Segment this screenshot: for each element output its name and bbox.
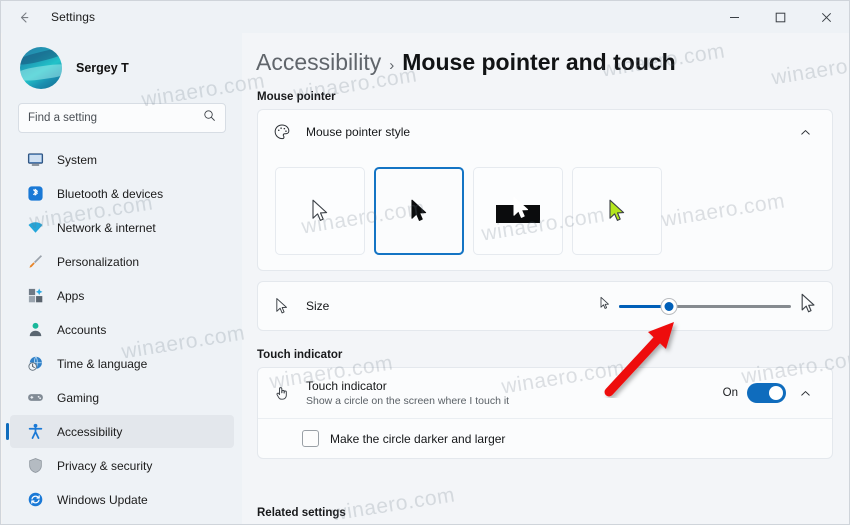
touch-indicator-text: Touch indicator Show a circle on the scr… [306, 379, 723, 407]
sidebar: Sergey T System [2, 33, 242, 524]
darker-larger-circle-checkbox[interactable] [302, 430, 319, 447]
breadcrumb-parent[interactable]: Accessibility [256, 49, 381, 76]
bluetooth-icon [26, 185, 44, 203]
section-title-mouse-pointer: Mouse pointer [257, 91, 336, 103]
pointer-size-card: Size [257, 281, 833, 331]
sidebar-item-network-internet[interactable]: Network & internet [10, 211, 234, 244]
back-button[interactable] [7, 2, 41, 32]
darker-larger-circle-label: Make the circle darker and larger [330, 431, 506, 446]
breadcrumb: Accessibility › Mouse pointer and touch [242, 33, 849, 76]
slider-thumb[interactable] [660, 297, 678, 315]
section-title-related-settings: Related settings [257, 507, 346, 519]
sidebar-item-label: Bluetooth & devices [57, 186, 164, 201]
pointer-size-slider[interactable] [619, 296, 791, 316]
page-title: Mouse pointer and touch [402, 49, 676, 75]
sidebar-item-time-language[interactable]: Time & language [10, 347, 234, 380]
minimize-button[interactable] [711, 1, 757, 33]
pointer-style-options [258, 154, 832, 270]
mouse-pointer-style-card: Mouse pointer style [257, 109, 833, 271]
small-pointer-icon [599, 296, 611, 316]
search-box[interactable] [18, 103, 226, 133]
content-pane: Accessibility › Mouse pointer and touch … [242, 33, 849, 524]
darker-larger-circle-row[interactable]: Make the circle darker and larger [258, 418, 832, 458]
touch-indicator-card: Touch indicator Show a circle on the scr… [257, 367, 833, 459]
accessibility-icon [26, 423, 44, 441]
maximize-button[interactable] [757, 1, 803, 33]
paintbrush-icon [26, 253, 44, 271]
window-controls [711, 1, 849, 33]
sidebar-item-bluetooth-devices[interactable]: Bluetooth & devices [10, 177, 234, 210]
touch-indicator-row: Touch indicator Show a circle on the scr… [258, 368, 832, 418]
window-title: Settings [51, 10, 96, 24]
sidebar-item-apps[interactable]: Apps [10, 279, 234, 312]
sidebar-item-label: Accessibility [57, 424, 123, 439]
sidebar-item-label: Gaming [57, 390, 100, 405]
toggle-state-label: On [722, 387, 738, 399]
toggle-knob [769, 386, 783, 400]
apps-icon [26, 287, 44, 305]
touch-indicator-sublabel: Show a circle on the screen where I touc… [306, 395, 510, 407]
update-icon [26, 491, 44, 509]
settings-window: Settings Sergey T Find a setting System … [0, 0, 850, 525]
sidebar-item-system[interactable]: System [10, 143, 234, 176]
close-button[interactable] [803, 1, 849, 33]
sidebar-item-label: Windows Update [57, 492, 148, 507]
account-block[interactable]: Sergey T [2, 33, 242, 103]
chevron-up-icon[interactable] [792, 380, 818, 406]
sidebar-item-personalization[interactable]: Personalization [10, 245, 234, 278]
sidebar-item-label: Apps [57, 288, 85, 303]
sidebar-item-label: Network & internet [57, 220, 156, 235]
mouse-pointer-style-text: Mouse pointer style [306, 125, 792, 139]
clock-globe-icon [26, 355, 44, 373]
person-icon [26, 321, 44, 339]
sidebar-item-windows-update[interactable]: Windows Update [10, 483, 234, 516]
sidebar-item-accounts[interactable]: Accounts [10, 313, 234, 346]
chevron-up-icon[interactable] [792, 119, 818, 145]
shield-icon [26, 457, 44, 475]
account-name: Sergey T [76, 61, 129, 75]
pointer-style-black[interactable] [374, 167, 464, 255]
pointer-style-inverted[interactable] [473, 167, 563, 255]
section-title-touch-indicator: Touch indicator [257, 349, 343, 361]
wifi-icon [26, 219, 44, 237]
sidebar-item-privacy-security[interactable]: Privacy & security [10, 449, 234, 482]
sidebar-item-accessibility[interactable]: Accessibility [6, 415, 234, 448]
monitor-icon [26, 151, 44, 169]
sidebar-item-gaming[interactable]: Gaming [10, 381, 234, 414]
pointer-size-text: Size [306, 299, 599, 313]
sidebar-item-label: Privacy & security [57, 458, 153, 473]
touch-indicator-label: Touch indicator [306, 379, 387, 393]
search-input[interactable] [28, 104, 203, 132]
pointer-icon [272, 297, 292, 316]
touch-indicator-toggle[interactable] [747, 383, 786, 403]
palette-icon [272, 123, 292, 141]
sidebar-item-label: Accounts [57, 322, 107, 337]
pointer-style-white[interactable] [275, 167, 365, 255]
sidebar-nav: System Bluetooth & devices Network & int… [2, 143, 242, 516]
touch-hand-icon [272, 384, 292, 402]
large-pointer-icon [799, 292, 818, 321]
gamepad-icon [26, 389, 44, 407]
pointer-size-label: Size [306, 299, 330, 313]
title-bar: Settings [1, 1, 849, 33]
pointer-size-row: Size [258, 282, 832, 330]
breadcrumb-separator-icon: › [389, 57, 395, 74]
sidebar-item-label: System [57, 152, 98, 167]
sidebar-item-label: Time & language [57, 356, 148, 371]
mouse-pointer-style-header[interactable]: Mouse pointer style [258, 110, 832, 154]
sidebar-item-label: Personalization [57, 254, 140, 269]
avatar [20, 47, 62, 89]
pointer-style-custom-color[interactable] [572, 167, 662, 255]
pointer-size-slider-group [599, 292, 818, 321]
mouse-pointer-style-label: Mouse pointer style [306, 125, 411, 139]
search-icon [203, 109, 216, 127]
